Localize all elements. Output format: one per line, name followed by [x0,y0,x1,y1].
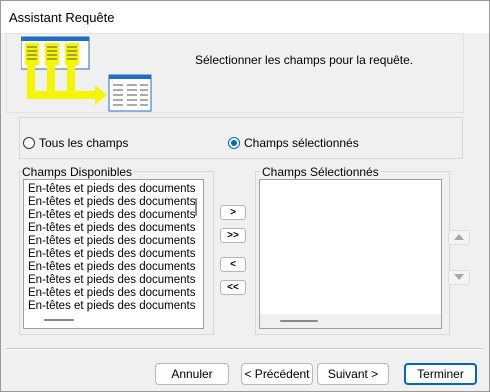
title-bar: Assistant Requête [1,1,489,33]
horizontal-scrollbar[interactable] [260,314,441,328]
available-fields-list[interactable]: En-têtes et pieds des documents En-têtes… [23,179,204,329]
list-item[interactable]: En-têtes et pieds des documents [28,196,196,208]
list-item[interactable]: En-têtes et pieds des documents [28,248,196,260]
horizontal-scrollbar-thumb[interactable] [280,320,318,322]
move-down-button[interactable] [448,270,470,285]
horizontal-scrollbar-thumb[interactable] [44,319,74,321]
move-up-button[interactable] [448,230,470,245]
add-all-fields-button[interactable]: >> [220,228,246,243]
instruction-text: Sélectionner les champs pour la requête. [195,53,414,67]
radio-selected-fields-circle[interactable] [228,137,240,149]
list-item[interactable]: En-têtes et pieds des documents [28,300,196,312]
vertical-scrollbar-thumb[interactable] [195,198,197,216]
next-button[interactable]: Suivant > [317,363,389,385]
wizard-illustration-icon [21,36,152,112]
list-item[interactable]: En-têtes et pieds des documents [28,274,196,286]
list-item[interactable]: En-têtes et pieds des documents [28,183,196,195]
list-item[interactable]: En-têtes et pieds des documents [28,222,196,234]
radio-selected-fields-label: Champs sélectionnés [244,136,359,150]
finish-button[interactable]: Terminer [404,363,477,385]
cancel-button[interactable]: Annuler [155,363,229,385]
selected-fields-list[interactable] [259,179,442,329]
remove-field-button[interactable]: < [220,257,246,272]
selected-fields-label: Champs Sélectionnés [261,165,380,179]
list-item[interactable]: En-têtes et pieds des documents [28,209,196,221]
add-field-button[interactable]: > [220,205,246,220]
window-title: Assistant Requête [9,10,115,25]
list-item[interactable]: En-têtes et pieds des documents [28,287,196,299]
remove-all-fields-button[interactable]: << [220,280,246,295]
available-fields-label: Champs Disponibles [21,165,134,179]
query-wizard-dialog: Assistant Requête Sélectionner les champ… [0,0,490,392]
footer-divider [6,348,484,350]
radio-all-fields-label: Tous les champs [39,136,129,150]
previous-button[interactable]: < Précédent [241,363,313,385]
list-item[interactable]: En-têtes et pieds des documents [28,235,196,247]
list-item[interactable]: En-têtes et pieds des documents [28,261,196,273]
arrow-up-icon [454,234,464,240]
radio-all-fields-circle[interactable] [23,137,35,149]
arrow-down-icon [454,274,464,280]
